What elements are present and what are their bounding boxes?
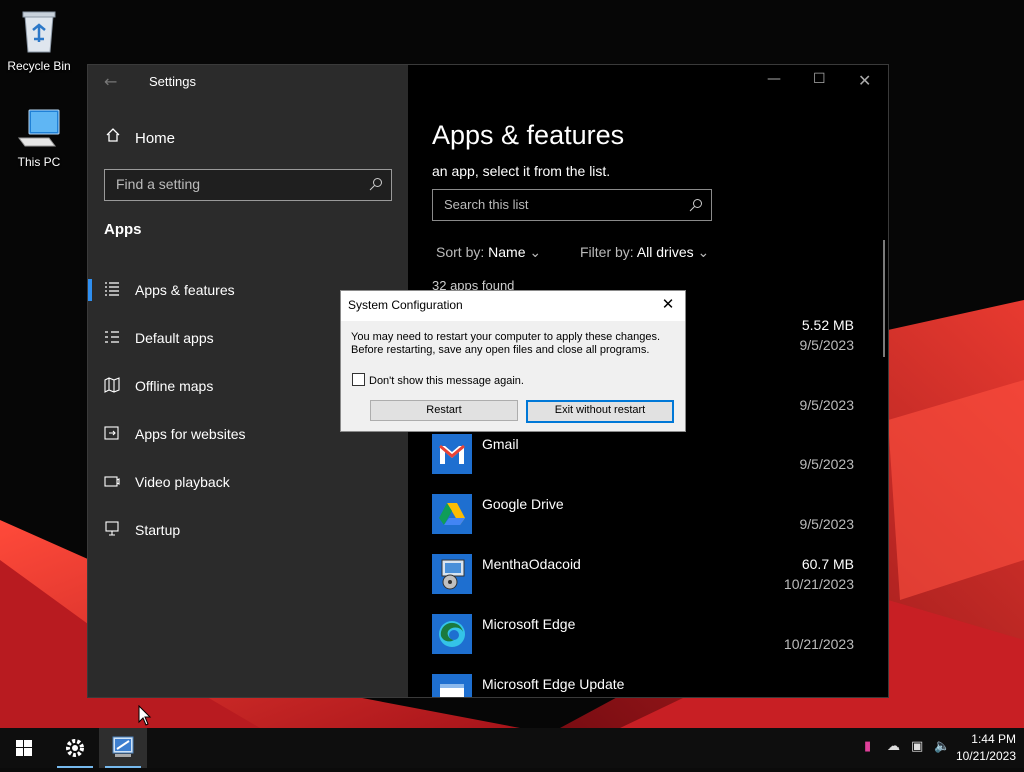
- sort-dropdown[interactable]: Sort by: Name ⌄: [436, 244, 541, 261]
- computer-icon: [18, 109, 60, 147]
- mouse-cursor-icon: [138, 705, 152, 726]
- app-list-item[interactable]: Microsoft Edge Update: [432, 674, 862, 697]
- app-name: Gmail: [482, 436, 519, 452]
- app-list-item[interactable]: Gmail 9/5/2023: [432, 434, 862, 494]
- dialog-message: You may need to restart your computer to…: [351, 331, 660, 357]
- this-pc-label: This PC: [17, 155, 61, 169]
- installer-icon: [432, 554, 472, 594]
- home-label: Home: [135, 130, 176, 147]
- app-name: Google Drive: [482, 496, 564, 512]
- home-icon: [105, 127, 127, 147]
- dont-show-checkbox[interactable]: Don't show this message again.: [352, 373, 524, 387]
- page-title: Apps & features: [432, 120, 625, 150]
- nav-item-startup[interactable]: Startup: [88, 510, 408, 550]
- taskbar-settings-app[interactable]: [51, 728, 99, 768]
- app-name: Microsoft Edge: [482, 616, 576, 632]
- clock-time: 1:44 PM: [971, 732, 1016, 746]
- clock[interactable]: 1:44 PM 10/21/2023: [956, 731, 1016, 765]
- cloud-offline-icon[interactable]: ☁: [887, 739, 900, 754]
- app-size: 60.7 MB: [801, 556, 854, 572]
- search-list-input[interactable]: Search this list: [432, 189, 712, 221]
- window-title: Settings: [149, 74, 196, 89]
- nav-item-label: Video playback: [135, 474, 230, 490]
- gear-icon: [66, 739, 84, 757]
- dialog-message-line1: You may need to restart your computer to…: [351, 331, 660, 343]
- sort-label: Sort by:: [436, 244, 485, 260]
- recycle-bin-label: Recycle Bin: [7, 59, 71, 73]
- system-configuration-dialog: System Configuration ✕ You may need to r…: [340, 290, 686, 432]
- find-setting-placeholder: Find a setting: [116, 176, 201, 192]
- taskbar-msconfig-app[interactable]: [99, 728, 147, 768]
- apps-features-icon: [104, 281, 122, 299]
- find-setting-input[interactable]: Find a setting: [104, 169, 392, 201]
- windows-logo-icon: [16, 740, 32, 756]
- app-date: 9/5/2023: [799, 516, 855, 532]
- taskbar: ▮ ☁ ▣ 🔈 1:44 PM 10/21/2023: [0, 728, 1024, 768]
- scrollbar[interactable]: [883, 240, 885, 357]
- filter-dropdown[interactable]: Filter by: All drives ⌄: [580, 244, 709, 261]
- exit-without-restart-button[interactable]: Exit without restart: [526, 400, 674, 423]
- search-icon: [369, 176, 383, 195]
- maximize-icon[interactable]: ☐: [813, 71, 826, 87]
- app-date: 10/21/2023: [783, 636, 854, 652]
- app-date: 9/5/2023: [799, 456, 855, 472]
- desktop-icon-recycle-bin[interactable]: Recycle Bin: [0, 8, 79, 73]
- page-description: an app, select it from the list.: [432, 163, 611, 179]
- video-playback-icon: [104, 473, 122, 491]
- app-date: 10/21/2023: [783, 576, 854, 592]
- nav-item-label: Apps & features: [135, 282, 235, 298]
- app-date: 9/5/2023: [799, 337, 855, 353]
- start-button[interactable]: [0, 728, 48, 768]
- system-configuration-icon: [112, 736, 134, 757]
- recycle-bin-icon: [22, 11, 56, 53]
- dialog-message-line2: Before restarting, save any open files a…: [351, 344, 650, 356]
- app-size: 5.52 MB: [801, 317, 854, 333]
- apps-websites-icon: [104, 425, 122, 443]
- close-icon[interactable]: ✕: [858, 71, 871, 90]
- dialog-title: System Configuration: [348, 298, 463, 312]
- selection-indicator: [88, 279, 92, 301]
- app-list-item[interactable]: Microsoft Edge 10/21/2023: [432, 614, 862, 674]
- checkbox-label: Don't show this message again.: [369, 375, 524, 387]
- app-list-item[interactable]: MenthaOdacoid 60.7 MB 10/21/2023: [432, 554, 862, 614]
- back-arrow-icon[interactable]: ←: [104, 72, 117, 91]
- clock-date: 10/21/2023: [955, 749, 1016, 763]
- dialog-close-icon[interactable]: ✕: [657, 294, 679, 316]
- app-date: 9/5/2023: [799, 397, 855, 413]
- nav-item-label: Startup: [135, 522, 181, 538]
- edge-icon: [432, 614, 472, 654]
- default-apps-icon: [104, 329, 122, 347]
- nav-item-label: Default apps: [135, 330, 214, 346]
- edge-update-icon: [432, 674, 472, 697]
- gmail-icon: [432, 434, 472, 474]
- filter-value: All drives: [636, 244, 694, 260]
- home-link[interactable]: Home: [105, 127, 175, 147]
- app-name: Microsoft Edge Update: [482, 676, 625, 692]
- dialog-body: You may need to restart your computer to…: [341, 321, 685, 431]
- section-heading: Apps: [104, 221, 142, 238]
- restart-button[interactable]: Restart: [370, 400, 518, 421]
- desktop-icon-this-pc[interactable]: This PC: [0, 108, 79, 169]
- search-list-placeholder: Search this list: [444, 197, 529, 212]
- app-name: MenthaOdacoid: [482, 556, 581, 572]
- tray-app-icon[interactable]: ▮: [864, 739, 871, 754]
- filter-label: Filter by:: [580, 244, 634, 260]
- offline-maps-icon: [104, 377, 122, 395]
- network-icon[interactable]: ▣: [911, 739, 923, 754]
- nav-item-label: Apps for websites: [135, 426, 246, 442]
- nav-item-video-playback[interactable]: Video playback: [88, 462, 408, 502]
- title-bar: ← Settings: [88, 65, 408, 99]
- sort-value: Name: [488, 244, 526, 260]
- nav-item-label: Offline maps: [135, 378, 214, 394]
- google-drive-icon: [432, 494, 472, 534]
- app-list-item[interactable]: Google Drive 9/5/2023: [432, 494, 862, 554]
- minimize-icon[interactable]: —: [767, 71, 781, 87]
- volume-muted-icon[interactable]: 🔈: [934, 739, 950, 754]
- chevron-down-icon: ⌄: [697, 244, 710, 260]
- startup-icon: [104, 521, 122, 539]
- checkbox-box[interactable]: [352, 373, 365, 386]
- search-icon: [689, 197, 703, 216]
- chevron-down-icon: ⌄: [529, 244, 542, 260]
